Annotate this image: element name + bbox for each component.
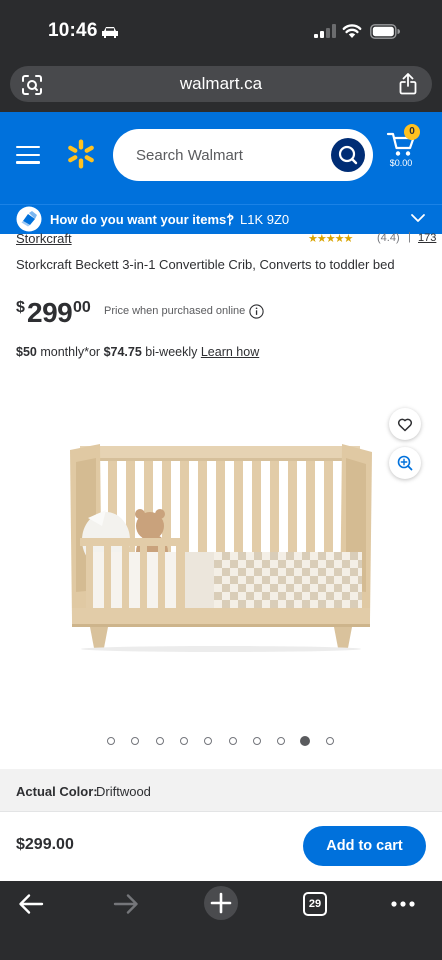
cart-count-badge: 0	[404, 124, 420, 140]
color-label: Actual Color:	[16, 784, 98, 799]
biweekly-amount: $74.75	[103, 345, 142, 359]
menu-icon[interactable]	[16, 146, 40, 164]
carousel-dot[interactable]	[155, 737, 164, 745]
price-note: Price when purchased online	[104, 305, 246, 317]
monthly-amount: $50	[16, 345, 37, 359]
delivery-separator: |	[228, 211, 232, 226]
battery-icon	[370, 24, 400, 39]
heart-icon	[397, 418, 413, 432]
more-icon[interactable]	[390, 898, 416, 910]
price-currency: $	[16, 299, 25, 316]
cart-amount: $0.00	[389, 158, 413, 168]
carousel-dot[interactable]	[252, 737, 261, 745]
search-button[interactable]	[331, 138, 365, 172]
share-icon[interactable]	[399, 73, 417, 95]
carousel-dot[interactable]	[131, 737, 140, 745]
biweekly-text: bi-weekly	[141, 345, 201, 359]
walmart-spark-logo[interactable]	[66, 139, 96, 169]
tabs-count-button[interactable]: 29	[303, 892, 327, 916]
rating-stars: ★★★★★	[308, 233, 353, 245]
carousel-dot[interactable]	[204, 737, 213, 745]
brand-link[interactable]: Storkcraft	[16, 231, 72, 246]
carousel-dot[interactable]	[228, 737, 237, 745]
learn-how-link[interactable]: Learn how	[201, 345, 259, 359]
zoom-in-icon	[397, 455, 413, 471]
color-value: Driftwood	[96, 784, 151, 799]
chevron-down-icon[interactable]	[410, 212, 426, 224]
price-dollars: 299	[27, 297, 73, 328]
product-image[interactable]	[62, 440, 380, 652]
delivery-prompt: How do you want your items?	[50, 212, 235, 227]
carousel-dot[interactable]	[300, 736, 311, 746]
zoom-button[interactable]	[389, 447, 421, 479]
plus-icon	[210, 892, 232, 914]
monthly-text: monthly*or	[36, 345, 104, 359]
back-arrow-icon[interactable]	[18, 892, 44, 916]
carousel-dot[interactable]	[325, 737, 334, 745]
wifi-icon	[342, 24, 362, 38]
product-title: Storkcraft Beckett 3-in-1 Convertible Cr…	[16, 257, 395, 272]
carousel-dot[interactable]	[277, 737, 286, 745]
delivery-icon	[16, 206, 42, 232]
favorite-button[interactable]	[389, 408, 421, 440]
info-icon[interactable]	[249, 304, 264, 319]
price-cents: 00	[73, 299, 91, 316]
url-text[interactable]: walmart.ca	[0, 74, 442, 94]
image-carousel-dots	[107, 736, 337, 747]
car-icon	[102, 27, 118, 38]
cellular-signal-icon	[314, 24, 336, 38]
postal-code: L1K 9Z0	[240, 212, 290, 227]
review-count-link[interactable]: 173	[418, 232, 436, 244]
footer-price: $299.00	[16, 836, 74, 853]
status-time: 10:46	[48, 20, 98, 41]
search-icon	[338, 145, 358, 165]
new-tab-button[interactable]	[204, 886, 238, 920]
rating-separator: |	[408, 231, 411, 243]
financing-line: $50 monthly*or $74.75 bi-weekly Learn ho…	[16, 345, 259, 359]
carousel-dot[interactable]	[107, 737, 115, 745]
rating-value: (4.4)	[377, 232, 400, 244]
add-to-cart-button[interactable]: Add to cart	[303, 826, 426, 866]
search-placeholder: Search Walmart	[136, 147, 243, 164]
forward-arrow-icon[interactable]	[113, 892, 139, 916]
carousel-dot[interactable]	[179, 737, 188, 745]
